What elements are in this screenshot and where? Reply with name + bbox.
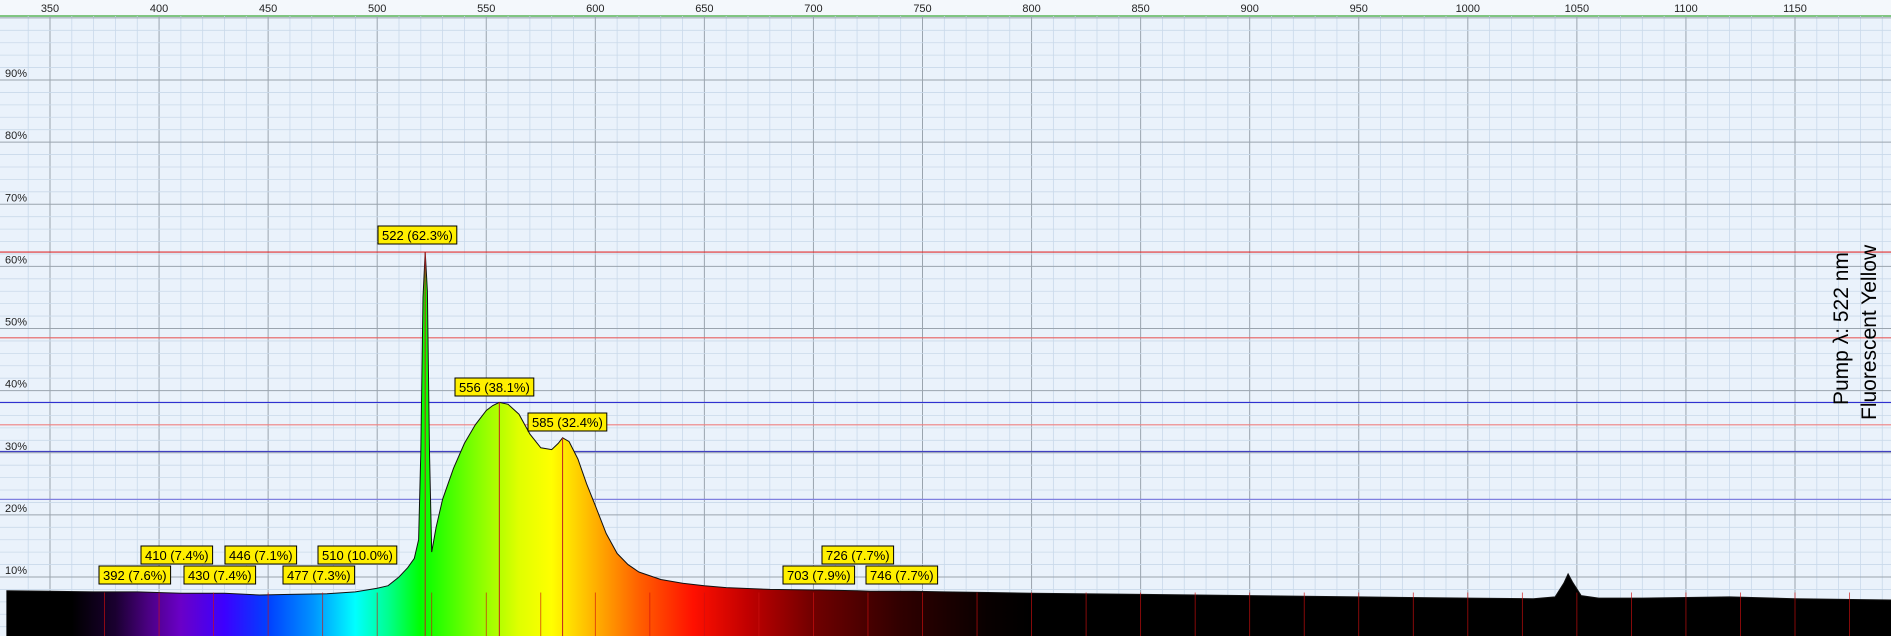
x-tick-label: 600	[586, 3, 604, 15]
x-tick-label: 400	[150, 3, 168, 15]
x-tick-label: 500	[368, 3, 386, 15]
peak-label-text: 522 (62.3%)	[382, 228, 453, 243]
y-tick-label: 40%	[5, 379, 27, 391]
x-tick-label: 550	[477, 3, 495, 15]
plot-background	[0, 0, 1891, 636]
peak-label-text: 510 (10.0%)	[322, 548, 393, 563]
y-tick-label: 50%	[5, 317, 27, 329]
peak-label: 410 (7.4%)	[140, 545, 214, 565]
x-tick-label: 750	[913, 3, 931, 15]
peak-label: 430 (7.4%)	[183, 565, 257, 585]
x-tick-label: 350	[41, 3, 59, 15]
x-tick-label: 700	[804, 3, 822, 15]
peak-label: 556 (38.1%)	[454, 377, 535, 397]
peak-label-text: 392 (7.6%)	[103, 568, 167, 583]
peak-label-text: 477 (7.3%)	[287, 568, 351, 583]
y-tick-label: 80%	[5, 130, 27, 142]
x-tick-label: 950	[1350, 3, 1368, 15]
x-tick-label: 450	[259, 3, 277, 15]
pump-wavelength-label: Pump λ: 522 nm	[1830, 252, 1853, 405]
peak-label: 703 (7.9%)	[782, 565, 856, 585]
y-tick-label: 70%	[5, 192, 27, 204]
peak-label: 522 (62.3%)	[377, 225, 458, 245]
peak-label-text: 430 (7.4%)	[188, 568, 252, 583]
peak-label-text: 410 (7.4%)	[145, 548, 209, 563]
x-tick-label: 850	[1131, 3, 1149, 15]
peak-label-text: 703 (7.9%)	[787, 568, 851, 583]
peak-label-text: 746 (7.7%)	[870, 568, 934, 583]
peak-label: 585 (32.4%)	[527, 412, 608, 432]
x-tick-label: 1100	[1674, 3, 1698, 15]
sample-name-label: Fluorescent Yellow	[1858, 244, 1881, 420]
peak-label-text: 556 (38.1%)	[459, 380, 530, 395]
y-tick-label: 10%	[5, 565, 27, 577]
peak-label: 477 (7.3%)	[282, 565, 356, 585]
peak-label: 446 (7.1%)	[224, 545, 298, 565]
y-tick-label: 30%	[5, 441, 27, 453]
y-tick-label: 20%	[5, 503, 27, 515]
x-tick-label: 1050	[1565, 3, 1589, 15]
peak-label: 392 (7.6%)	[98, 565, 172, 585]
spectrum-chart: 350 400 450 500 550 600 650 700 750 800 850 900 950 1…	[0, 0, 1891, 636]
y-tick-label: 90%	[5, 68, 27, 80]
x-tick-label: 900	[1241, 3, 1259, 15]
peak-label: 746 (7.7%)	[865, 565, 939, 585]
peak-label: 726 (7.7%)	[821, 545, 895, 565]
y-tick-label: 60%	[5, 254, 27, 266]
x-tick-label: 1000	[1456, 3, 1480, 15]
peak-label-text: 446 (7.1%)	[229, 548, 293, 563]
x-tick-label: 650	[695, 3, 713, 15]
x-tick-label: 1150	[1783, 3, 1807, 15]
peak-label: 510 (10.0%)	[317, 545, 398, 565]
peak-label-text: 726 (7.7%)	[826, 548, 890, 563]
peak-label-text: 585 (32.4%)	[532, 415, 603, 430]
top-axis-strip	[0, 0, 1891, 16]
x-tick-label: 800	[1022, 3, 1040, 15]
